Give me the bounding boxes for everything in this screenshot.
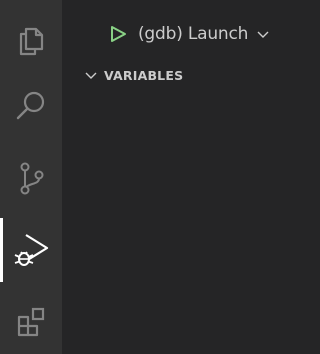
activity-extensions[interactable] <box>0 290 62 354</box>
chevron-down-icon <box>85 72 97 79</box>
files-icon <box>19 27 44 56</box>
activity-source-control[interactable] <box>0 146 62 210</box>
run-debug-icon <box>14 234 49 266</box>
activity-run-debug[interactable] <box>0 218 62 282</box>
activity-explorer[interactable] <box>0 8 62 72</box>
search-icon <box>16 91 45 120</box>
variables-section-title: VARIABLES <box>104 67 184 83</box>
debug-sidebar: (gdb) Launch VARIABLES <box>62 0 308 354</box>
activity-search[interactable] <box>0 74 62 138</box>
chevron-down-icon <box>257 31 269 38</box>
debug-configuration-dropdown[interactable]: (gdb) Launch <box>108 18 270 50</box>
vscode-window: (gdb) Launch VARIABLES <box>0 0 308 354</box>
start-debugging-icon[interactable] <box>108 24 128 44</box>
debug-configuration-label: (gdb) Launch <box>138 24 249 44</box>
variables-section-header[interactable]: VARIABLES <box>84 64 183 86</box>
extensions-icon <box>17 307 45 337</box>
source-control-icon <box>20 162 44 195</box>
activity-bar <box>0 0 62 354</box>
